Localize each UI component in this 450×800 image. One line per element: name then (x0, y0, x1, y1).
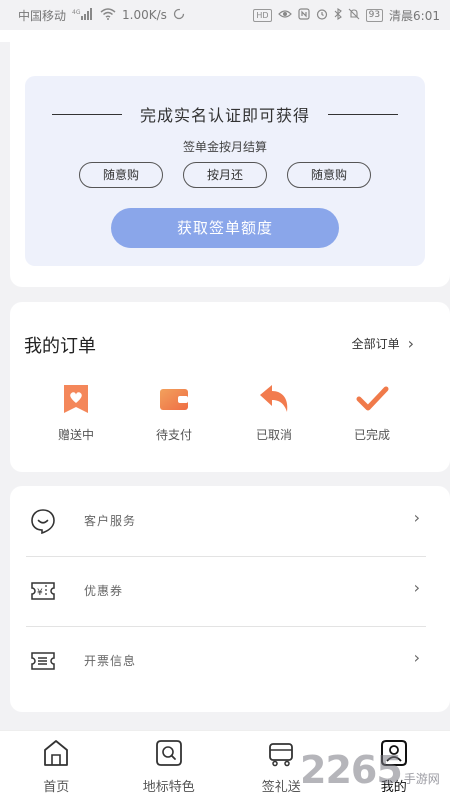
watermark-number: 2265 (300, 748, 403, 792)
menu-item-label: 开票信息 (84, 654, 137, 668)
carrier-label: 中国移动 (18, 8, 67, 23)
checkmark-icon (355, 382, 389, 416)
all-orders-label: 全部订单 (351, 337, 400, 351)
verification-title: 完成实名认证即可获得 (139, 106, 310, 125)
menu-item-coupons[interactable]: ¥ 优惠券 › (10, 556, 450, 626)
svg-text:¥: ¥ (37, 588, 43, 598)
coupon-icon: ¥ (30, 578, 56, 604)
order-status-label: 已完成 (353, 428, 390, 442)
clock: 清晨6:01 (389, 8, 440, 23)
tab-home[interactable]: 首页 (0, 731, 113, 800)
order-status-pending-payment[interactable]: 待支付 (134, 382, 214, 443)
all-orders-link[interactable]: 全部订单 › (352, 334, 414, 353)
chevron-right-icon: › (413, 648, 420, 667)
feature-pills: 随意购 按月还 随意购 (25, 162, 425, 188)
verification-card: 完成实名认证即可获得 签单金按月结算 随意购 按月还 随意购 获取签单额度 (10, 40, 450, 287)
get-credit-button[interactable]: 获取签单额度 (111, 208, 339, 248)
customer-service-icon (30, 508, 56, 535)
landmark-search-icon (154, 738, 184, 768)
orders-card: 我的订单 全部订单 › 赠送中 待支付 已取消 已完成 (10, 302, 450, 472)
order-status-label: 待支付 (155, 428, 192, 442)
wifi-icon (100, 7, 116, 23)
wallet-icon (157, 382, 191, 416)
order-status-cancelled[interactable]: 已取消 (234, 382, 314, 443)
hd-badge: HD (253, 8, 272, 22)
chevron-right-icon: › (413, 578, 420, 597)
gift-cart-icon (266, 738, 296, 768)
battery-indicator: 93 (365, 8, 384, 22)
signal-icon: 4G (72, 7, 94, 23)
site-watermark: 2265 手游网 (300, 748, 440, 792)
sync-icon (173, 8, 185, 23)
orders-title: 我的订单 (24, 336, 96, 357)
invoice-icon (30, 648, 56, 674)
title-divider-right (328, 113, 398, 115)
order-status-label: 赠送中 (57, 428, 94, 442)
service-menu-card: 客户服务 › ¥ 优惠券 › 开票信息 › (10, 486, 450, 712)
chevron-right-icon: › (413, 508, 420, 527)
nfc-icon (297, 7, 310, 23)
order-status-row: 赠送中 待支付 已取消 已完成 (10, 382, 450, 452)
order-status-label: 已取消 (255, 428, 292, 442)
network-speed: 1.00K/s (122, 8, 167, 22)
verification-title-row: 完成实名认证即可获得 (25, 102, 425, 126)
alarm-icon (316, 8, 328, 23)
chevron-right-icon: › (407, 334, 414, 353)
feature-pill: 随意购 (79, 162, 163, 188)
watermark-text: 手游网 (403, 772, 440, 786)
eye-icon (277, 8, 292, 22)
mute-bell-icon (348, 8, 360, 23)
gift-bookmark-icon (59, 382, 93, 416)
order-status-completed[interactable]: 已完成 (332, 382, 412, 443)
verification-subtitle: 签单金按月结算 (182, 140, 267, 154)
menu-item-label: 客户服务 (84, 514, 137, 528)
status-bar: 中国移动 4G 1.00K/s HD 93 清晨6:01 (0, 0, 450, 30)
undo-arrow-icon (257, 382, 291, 416)
tab-landmark[interactable]: 地标特色 (113, 731, 226, 800)
feature-pill: 按月还 (183, 162, 267, 188)
feature-pill: 随意购 (287, 162, 371, 188)
tab-label: 地标特色 (142, 780, 195, 795)
menu-item-invoice-info[interactable]: 开票信息 › (10, 626, 450, 696)
menu-item-customer-service[interactable]: 客户服务 › (10, 486, 450, 556)
tab-label: 首页 (43, 780, 70, 795)
home-icon (41, 738, 71, 768)
svg-text:4G: 4G (72, 9, 81, 16)
menu-item-label: 优惠券 (84, 584, 124, 598)
order-status-gifting[interactable]: 赠送中 (36, 382, 116, 443)
title-divider-left (51, 113, 122, 115)
bluetooth-icon (334, 7, 342, 23)
verification-panel: 完成实名认证即可获得 签单金按月结算 随意购 按月还 随意购 获取签单额度 (25, 76, 425, 266)
